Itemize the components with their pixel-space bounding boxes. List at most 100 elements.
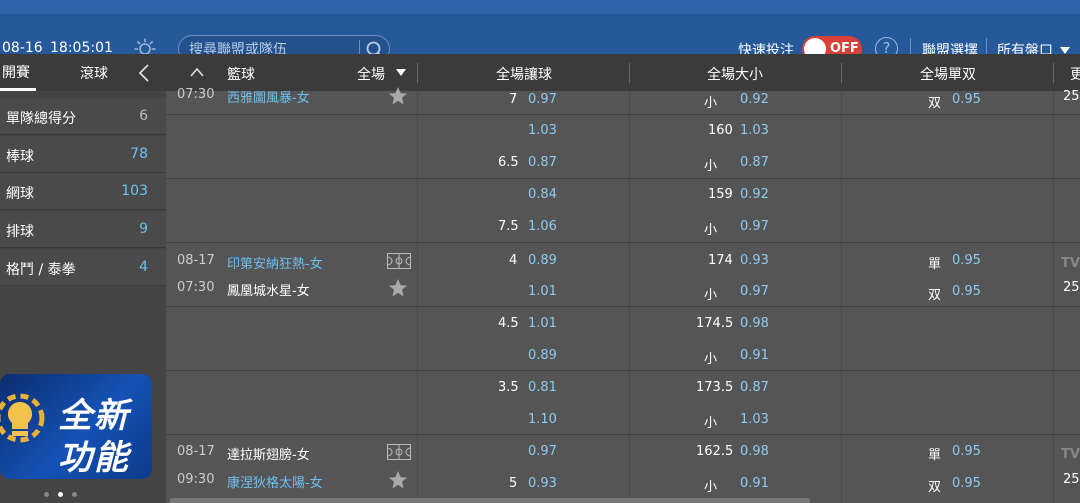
oe-odds[interactable]: 0.95 — [952, 284, 981, 299]
handicap-odds[interactable]: 0.93 — [528, 476, 557, 491]
ou-label: 小 — [704, 288, 718, 303]
handicap-odds[interactable]: 1.01 — [528, 284, 557, 299]
promo-banner[interactable]: 全新 功能 — [0, 374, 152, 479]
handicap-odds[interactable]: 0.89 — [528, 348, 557, 363]
oe-odds[interactable]: 0.95 — [952, 92, 981, 107]
handicap-line: 5 — [509, 476, 518, 491]
ou-odds[interactable]: 1.03 — [740, 123, 769, 138]
match-date: 08-17 — [177, 253, 215, 268]
carousel-dot[interactable] — [72, 492, 77, 497]
table-row: 1.03 160 1.03 — [166, 123, 1080, 155]
handicap-odds[interactable]: 1.06 — [528, 219, 557, 234]
sport-header: 籃球 — [227, 67, 255, 83]
sidebar-item-volleyball[interactable]: 排球 9 — [0, 211, 166, 248]
ou-odds[interactable]: 0.98 — [740, 316, 769, 331]
sidebar-item-count: 6 — [139, 108, 148, 124]
ou-odds[interactable]: 0.93 — [740, 253, 769, 268]
chevron-up-icon[interactable] — [190, 66, 204, 78]
lightbulb-icon — [0, 393, 45, 443]
ou-label: 小 — [704, 480, 718, 495]
handicap-line: 7 — [509, 92, 518, 107]
sidebar-item-label: 排球 — [6, 224, 34, 240]
table-row: 6.5 0.87 小 0.87 — [166, 155, 1080, 187]
more-bets-count[interactable]: 25 — [1063, 472, 1080, 487]
court-stats-icon[interactable] — [387, 444, 411, 460]
handicap-odds[interactable]: 0.87 — [528, 155, 557, 170]
ou-odds[interactable]: 0.87 — [740, 155, 769, 170]
header-divider — [417, 63, 418, 83]
tab-live[interactable]: 滾球 — [80, 63, 108, 83]
team-name[interactable]: 印第安納狂熱-女 — [227, 253, 323, 272]
oe-odds[interactable]: 0.95 — [952, 476, 981, 491]
ou-odds[interactable]: 1.03 — [740, 412, 769, 427]
handicap-odds[interactable]: 0.84 — [528, 187, 557, 202]
chevron-down-icon[interactable] — [396, 69, 406, 76]
carousel-dot[interactable] — [44, 492, 49, 497]
handicap-line: 6.5 — [498, 155, 519, 170]
handicap-odds[interactable]: 0.89 — [528, 253, 557, 268]
ou-label: 小 — [704, 416, 718, 431]
table-row: 7.5 1.06 小 0.97 — [166, 219, 1080, 251]
match-time: 09:30 — [177, 472, 215, 487]
sidebar-item-baseball[interactable]: 棒球 78 — [0, 136, 166, 173]
horizontal-scrollbar[interactable] — [170, 498, 810, 503]
star-icon[interactable] — [388, 278, 408, 298]
team-name[interactable]: 鳳凰城水星-女 — [227, 280, 310, 299]
ou-label: 小 — [704, 223, 718, 238]
chevron-left-icon[interactable] — [137, 63, 151, 83]
tv-icon[interactable]: TV — [1061, 447, 1080, 462]
carousel-dot-active[interactable] — [58, 492, 63, 497]
ou-line: 160 — [708, 123, 733, 138]
sidebar-item-combat[interactable]: 格鬥 / 泰拳 4 — [0, 249, 166, 286]
star-icon[interactable] — [388, 86, 408, 106]
handicap-odds[interactable]: 1.10 — [528, 412, 557, 427]
oe-label: 双 — [928, 96, 942, 111]
more-bets-count[interactable]: 25 — [1063, 89, 1080, 104]
carousel-dots — [44, 486, 86, 501]
ou-odds[interactable]: 0.92 — [740, 187, 769, 202]
oe-odds[interactable]: 0.95 — [952, 253, 981, 268]
ou-odds[interactable]: 0.87 — [740, 380, 769, 395]
ou-odds[interactable]: 0.91 — [740, 348, 769, 363]
top-bar: 08-16 18:05:01 快速投注 OFF ? 聯盟選擇 — [0, 0, 1080, 63]
handicap-odds[interactable]: 0.81 — [528, 380, 557, 395]
period-dropdown[interactable]: 全場 — [357, 64, 385, 84]
ou-odds[interactable]: 0.92 — [740, 92, 769, 107]
handicap-line: 4.5 — [498, 316, 519, 331]
ou-odds[interactable]: 0.98 — [740, 444, 769, 459]
ou-odds[interactable]: 0.97 — [740, 284, 769, 299]
team-name[interactable]: 西雅圖風暴-女 — [227, 87, 310, 106]
ou-label: 小 — [704, 96, 718, 111]
chevron-down-icon[interactable] — [1060, 47, 1070, 54]
ou-label: 小 — [704, 159, 718, 174]
tab-open[interactable]: 開賽 — [0, 54, 60, 91]
handicap-odds[interactable]: 0.97 — [528, 444, 557, 459]
team-name[interactable]: 康涅狄格太陽-女 — [227, 472, 323, 491]
sidebar-item-count: 103 — [121, 183, 148, 199]
match-time: 07:30 — [177, 87, 215, 102]
ou-line: 173.5 — [696, 380, 734, 395]
sidebar-item-team-total[interactable]: 單隊總得分 6 — [0, 98, 166, 135]
tv-icon[interactable]: TV — [1061, 256, 1080, 271]
handicap-odds[interactable]: 1.01 — [528, 316, 557, 331]
handicap-line: 4 — [509, 253, 518, 268]
ou-line: 159 — [708, 187, 733, 202]
star-icon[interactable] — [388, 470, 408, 490]
sidebar-item-tennis[interactable]: 網球 103 — [0, 173, 166, 210]
col-header-more: 更 — [1070, 67, 1080, 83]
table-row: 3.5 0.81 173.5 0.87 — [166, 380, 1080, 412]
ou-odds[interactable]: 0.91 — [740, 476, 769, 491]
court-stats-icon[interactable] — [387, 253, 411, 269]
ou-line: 174.5 — [696, 316, 734, 331]
table-row: 0.89 小 0.91 — [166, 348, 1080, 380]
handicap-odds[interactable]: 1.03 — [528, 123, 557, 138]
team-name[interactable]: 達拉斯翅膀-女 — [227, 444, 310, 463]
oe-odds[interactable]: 0.95 — [952, 444, 981, 459]
oe-label: 双 — [928, 480, 942, 495]
more-bets-count[interactable]: 25 — [1063, 280, 1080, 295]
ou-odds[interactable]: 0.97 — [740, 219, 769, 234]
handicap-odds[interactable]: 0.97 — [528, 92, 557, 107]
table-row: 0.84 159 0.92 — [166, 187, 1080, 219]
sidebar-tabs: 開賽 滾球 — [0, 54, 166, 91]
banner-title-line2: 功能 — [58, 438, 130, 478]
